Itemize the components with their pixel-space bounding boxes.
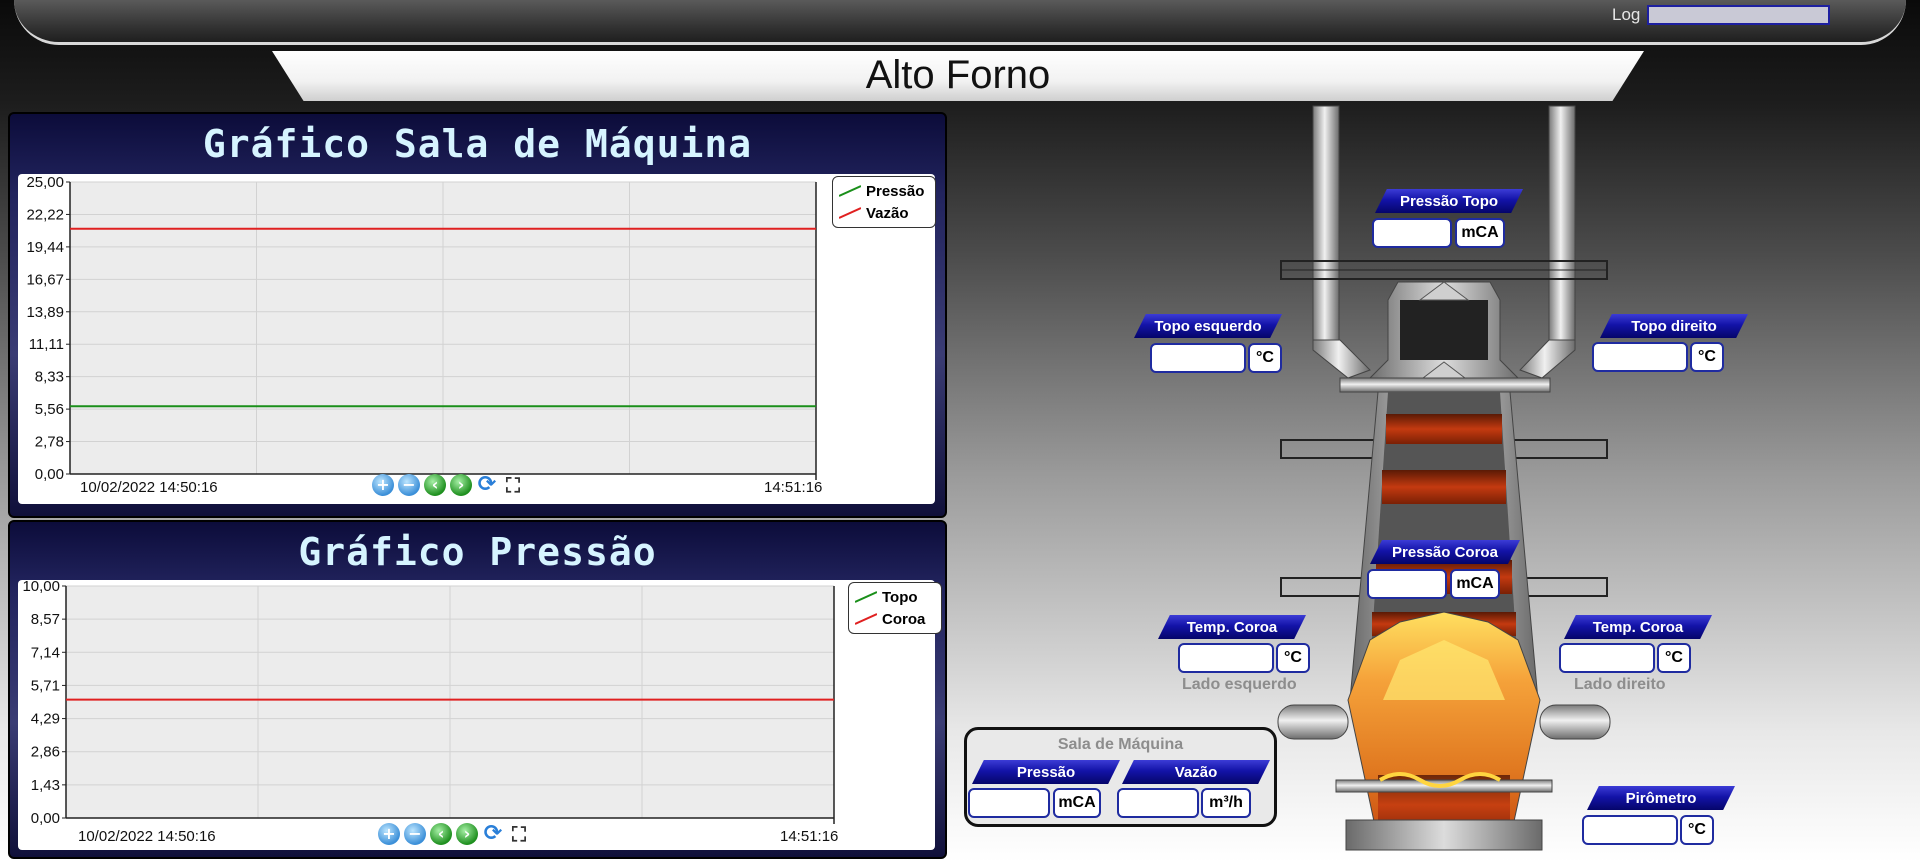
machine-pressao-field[interactable] [968, 788, 1050, 818]
topo-esquerdo-unit: °C [1248, 343, 1282, 373]
topo-direito-unit: °C [1690, 342, 1724, 372]
machine-pressao-label: Pressão [972, 760, 1120, 784]
pressao-topo-label: Pressão Topo [1375, 189, 1523, 213]
topo-direito-field[interactable] [1592, 342, 1688, 372]
temp-coroa-direito-field[interactable] [1559, 643, 1655, 673]
topo-direito-label: Topo direito [1600, 314, 1748, 338]
temp-coroa-direito-label: Temp. Coroa [1564, 615, 1712, 639]
pressao-topo-field[interactable] [1372, 218, 1452, 248]
blast-furnace-illustration [1277, 105, 1611, 851]
pirometro-unit: °C [1680, 815, 1714, 845]
machine-pressao-unit: mCA [1053, 788, 1101, 818]
pressao-topo-unit: mCA [1455, 218, 1505, 248]
machine-vazao-unit: m³/h [1201, 788, 1251, 818]
pressao-coroa-field[interactable] [1367, 569, 1447, 599]
machine-vazao-label: Vazão [1122, 760, 1270, 784]
machine-vazao-field[interactable] [1117, 788, 1199, 818]
temp-coroa-esquerdo-label: Temp. Coroa [1158, 615, 1306, 639]
temp-coroa-esquerdo-field[interactable] [1178, 643, 1274, 673]
pressao-coroa-unit: mCA [1450, 569, 1500, 599]
pirometro-field[interactable] [1582, 815, 1678, 845]
topo-esquerdo-field[interactable] [1150, 343, 1246, 373]
pressao-coroa-label: Pressão Coroa [1370, 540, 1520, 564]
lado-esquerdo-label: Lado esquerdo [1182, 676, 1297, 693]
machine-room-title: Sala de Máquina [1057, 736, 1184, 753]
temp-coroa-direito-unit: °C [1657, 643, 1691, 673]
pirometro-label: Pirômetro [1587, 786, 1735, 810]
lado-direito-label: Lado direito [1574, 676, 1666, 693]
topo-esquerdo-label: Topo esquerdo [1134, 314, 1282, 338]
temp-coroa-esquerdo-unit: °C [1276, 643, 1310, 673]
